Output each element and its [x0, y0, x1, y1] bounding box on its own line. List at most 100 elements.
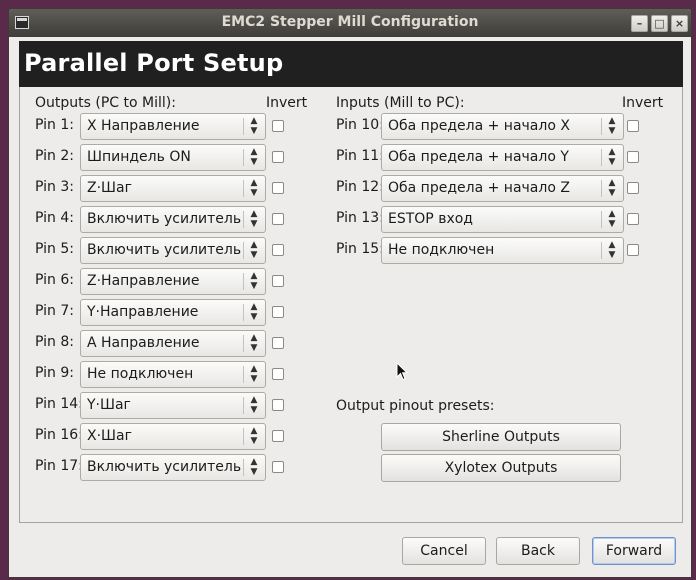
outputs-invert-checkbox[interactable] — [272, 275, 284, 287]
back-button[interactable]: Back — [496, 537, 580, 565]
inputs-invert-checkbox[interactable] — [627, 213, 639, 225]
outputs-pin-select[interactable]: A Направление ▲ ▼ — [80, 330, 266, 357]
outputs-pin-select[interactable]: Y·Шаг ▲ ▼ — [80, 392, 266, 419]
outputs-invert-checkbox[interactable] — [272, 430, 284, 442]
outputs-pin-select[interactable]: X Направление ▲ ▼ — [80, 113, 266, 140]
outputs-invert-checkbox[interactable] — [272, 120, 284, 132]
outputs-pin-label: Pin 9: — [35, 365, 74, 381]
forward-button[interactable]: Forward — [592, 537, 676, 565]
updown-arrows-icon: ▲ ▼ — [250, 333, 258, 353]
select-divider — [243, 149, 244, 166]
select-divider — [243, 397, 244, 414]
updown-arrows-icon: ▲ ▼ — [250, 147, 258, 167]
inputs-invert-heading: Invert — [622, 95, 664, 111]
updown-arrows-icon: ▲ ▼ — [250, 364, 258, 384]
updown-arrows-icon: ▲ ▼ — [250, 457, 258, 477]
outputs-heading: Outputs (PC to Mill): — [35, 95, 176, 111]
title-bar[interactable]: EMC2 Stepper Mill Configuration – □ × — [9, 9, 691, 37]
inputs-pin-select[interactable]: Не подключен ▲ ▼ — [381, 237, 624, 264]
inputs-invert-checkbox[interactable] — [627, 120, 639, 132]
close-icon[interactable]: × — [671, 15, 688, 32]
xylotex-outputs-button[interactable]: Xylotex Outputs — [381, 454, 621, 482]
outputs-pin-label: Pin 8: — [35, 334, 74, 350]
updown-arrows-icon: ▲ ▼ — [608, 147, 616, 167]
updown-arrows-icon: ▲ ▼ — [250, 178, 258, 198]
select-value: Включить усилитель — [87, 211, 242, 227]
inputs-pin-select[interactable]: ESTOP вход ▲ ▼ — [381, 206, 624, 233]
inputs-pin-select[interactable]: Оба предела + начало Z ▲ ▼ — [381, 175, 624, 202]
inputs-pin-label: Pin 13: — [336, 210, 384, 226]
inputs-invert-checkbox[interactable] — [627, 182, 639, 194]
updown-arrows-icon: ▲ ▼ — [608, 178, 616, 198]
sherline-outputs-button[interactable]: Sherline Outputs — [381, 423, 621, 451]
outputs-pin-label: Pin 14: — [35, 396, 83, 412]
outputs-invert-checkbox[interactable] — [272, 213, 284, 225]
select-divider — [243, 273, 244, 290]
select-value: Z·Направление — [87, 273, 200, 289]
updown-arrows-icon: ▲ ▼ — [250, 209, 258, 229]
outputs-pin-select[interactable]: Y·Направление ▲ ▼ — [80, 299, 266, 326]
inputs-pin-select[interactable]: Оба предела + начало X ▲ ▼ — [381, 113, 624, 140]
page-title: Parallel Port Setup — [24, 49, 284, 77]
outputs-pin-select[interactable]: Включить усилитель ▲ ▼ — [80, 454, 266, 481]
outputs-pin-select[interactable]: Z·Шаг ▲ ▼ — [80, 175, 266, 202]
select-divider — [601, 149, 602, 166]
updown-arrows-icon: ▲ ▼ — [250, 240, 258, 260]
select-value: Шпиндель ON — [87, 149, 191, 165]
outputs-pin-label: Pin 17: — [35, 458, 83, 474]
outputs-pin-select[interactable]: Не подключен ▲ ▼ — [80, 361, 266, 388]
outputs-invert-checkbox[interactable] — [272, 337, 284, 349]
outputs-pin-select[interactable]: Шпиндель ON ▲ ▼ — [80, 144, 266, 171]
mouse-pointer-icon — [396, 362, 408, 381]
select-divider — [243, 304, 244, 321]
select-value: Z·Шаг — [87, 180, 132, 196]
inputs-pin-label: Pin 10: — [336, 117, 384, 133]
cancel-button[interactable]: Cancel — [402, 537, 486, 565]
updown-arrows-icon: ▲ ▼ — [250, 302, 258, 322]
outputs-pin-label: Pin 6: — [35, 272, 74, 288]
updown-arrows-icon: ▲ ▼ — [608, 209, 616, 229]
updown-arrows-icon: ▲ ▼ — [250, 395, 258, 415]
select-divider — [243, 335, 244, 352]
select-divider — [601, 118, 602, 135]
outputs-pin-select[interactable]: Включить усилитель ▲ ▼ — [80, 206, 266, 233]
maximize-icon[interactable]: □ — [651, 15, 668, 32]
window-title: EMC2 Stepper Mill Configuration — [221, 14, 479, 30]
outputs-pin-select[interactable]: X·Шаг ▲ ▼ — [80, 423, 266, 450]
inputs-pin-select[interactable]: Оба предела + начало Y ▲ ▼ — [381, 144, 624, 171]
select-value: Включить усилитель — [87, 242, 242, 258]
outputs-invert-checkbox[interactable] — [272, 182, 284, 194]
outputs-pin-label: Pin 16: — [35, 427, 83, 443]
select-divider — [243, 242, 244, 259]
outputs-pin-select[interactable]: Включить усилитель ▲ ▼ — [80, 237, 266, 264]
outputs-invert-checkbox[interactable] — [272, 399, 284, 411]
select-value: Не подключен — [388, 242, 495, 258]
select-divider — [601, 211, 602, 228]
outputs-invert-heading: Invert — [266, 95, 308, 111]
select-divider — [601, 242, 602, 259]
outputs-invert-checkbox[interactable] — [272, 306, 284, 318]
presets-heading: Output pinout presets: — [336, 398, 495, 414]
select-divider — [243, 428, 244, 445]
inputs-heading: Inputs (Mill to PC): — [336, 95, 465, 111]
outputs-invert-checkbox[interactable] — [272, 151, 284, 163]
outputs-invert-checkbox[interactable] — [272, 461, 284, 473]
updown-arrows-icon: ▲ ▼ — [608, 240, 616, 260]
outputs-pin-label: Pin 5: — [35, 241, 74, 257]
outputs-invert-checkbox[interactable] — [272, 244, 284, 256]
outputs-pin-select[interactable]: Z·Направление ▲ ▼ — [80, 268, 266, 295]
updown-arrows-icon: ▲ ▼ — [608, 116, 616, 136]
select-value: ESTOP вход — [388, 211, 473, 227]
select-divider — [601, 180, 602, 197]
select-divider — [243, 459, 244, 476]
inputs-invert-checkbox[interactable] — [627, 244, 639, 256]
minimize-icon[interactable]: – — [631, 15, 648, 32]
inputs-pin-label: Pin 15: — [336, 241, 384, 257]
updown-arrows-icon: ▲ ▼ — [250, 116, 258, 136]
inputs-pin-label: Pin 12: — [336, 179, 384, 195]
select-value: Y·Направление — [87, 304, 199, 320]
inputs-invert-checkbox[interactable] — [627, 151, 639, 163]
outputs-pin-label: Pin 7: — [35, 303, 74, 319]
outputs-invert-checkbox[interactable] — [272, 368, 284, 380]
inputs-pin-label: Pin 11: — [336, 148, 384, 164]
